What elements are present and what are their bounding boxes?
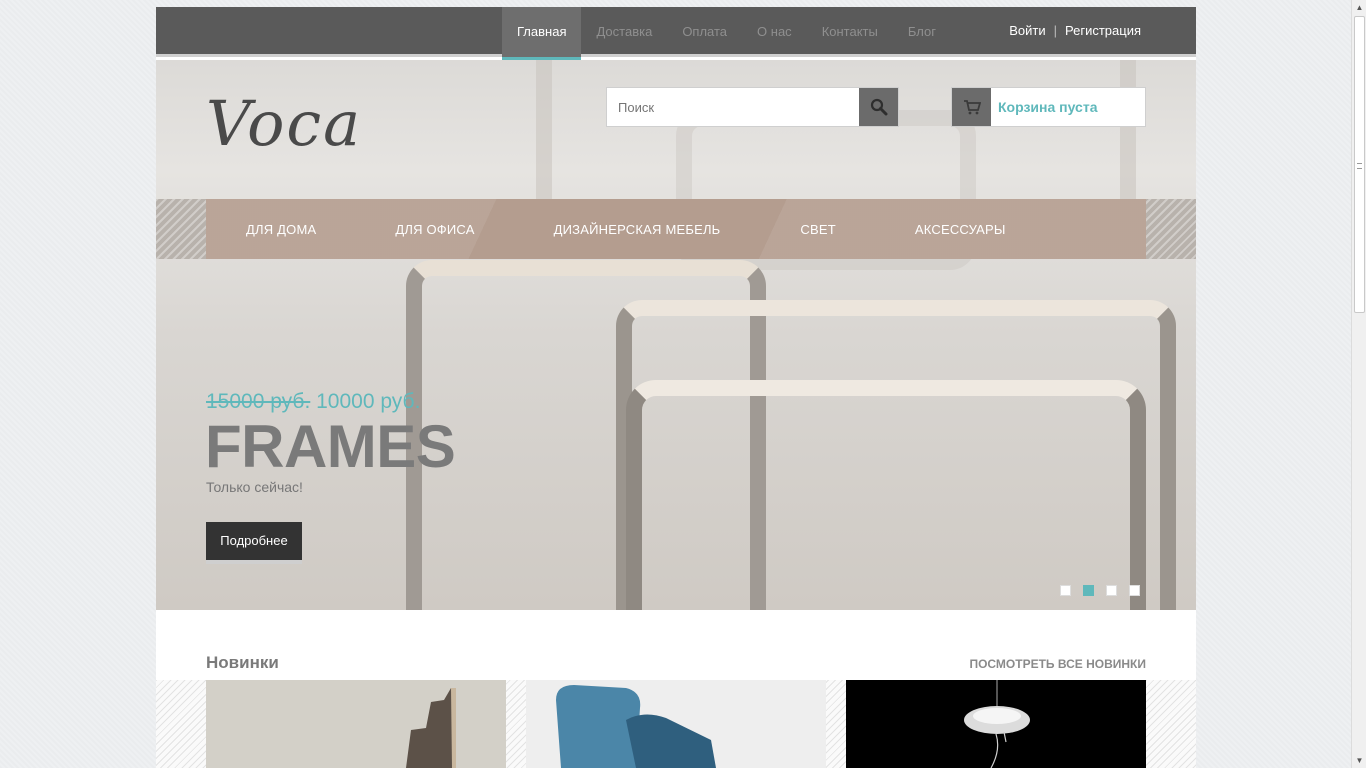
category-home[interactable]: ДЛЯ ДОМА [246,199,316,259]
scroll-thumb[interactable] [1354,16,1365,313]
nav-item-payment[interactable]: Оплата [667,7,742,57]
scroll-up-icon[interactable]: ▲ [1352,0,1366,15]
stacked-shelf-image [206,680,506,768]
category-nav: ДЛЯ ДОМА ДЛЯ ОФИСА ДИЗАЙНЕРСКАЯ МЕБЕЛЬ С… [206,199,1146,259]
slider-dots [1060,585,1140,596]
page-scrollbar[interactable]: ▲ ▼ [1351,0,1366,768]
slider-dot-1[interactable] [1060,585,1071,596]
slide-subtitle: Только сейчас! [206,479,303,495]
slider-dot-4[interactable] [1129,585,1140,596]
search-icon [870,98,887,116]
logo[interactable]: Voca [206,87,362,160]
top-bar: Главная Доставка Оплата О нас Контакты Б… [156,7,1196,60]
product-thumb-3[interactable] [846,680,1146,768]
register-link[interactable]: Регистрация [1065,7,1141,57]
search-button[interactable] [859,88,898,126]
search-input[interactable] [607,88,859,126]
category-light[interactable]: СВЕТ [800,199,835,259]
slide-price: 15000 руб. 10000 руб. [206,390,420,414]
cart-widget[interactable]: Корзина пуста [951,87,1146,127]
nav-item-contacts[interactable]: Контакты [807,7,893,57]
category-office[interactable]: ДЛЯ ОФИСА [395,199,474,259]
search-box [606,87,899,127]
nav-item-delivery[interactable]: Доставка [581,7,667,57]
cart-label: Корзина пуста [998,99,1098,115]
cart-icon [952,88,991,126]
product-thumb-2[interactable] [526,680,826,768]
slide-title: FRAMES [205,413,456,480]
auth-separator: | [1053,23,1057,38]
auth-links: Войти | Регистрация [1009,7,1141,57]
hero-shelf-3 [626,380,1146,610]
product-thumb-1[interactable] [206,680,506,768]
slider-dot-2[interactable] [1083,585,1094,596]
slider-dot-3[interactable] [1106,585,1117,596]
pendant-lamp-image [846,680,1146,768]
more-button[interactable]: Подробнее [206,522,302,564]
category-bar-wrap: ДЛЯ ДОМА ДЛЯ ОФИСА ДИЗАЙНЕРСКАЯ МЕБЕЛЬ С… [156,199,1196,259]
nav-item-home[interactable]: Главная [502,7,582,60]
old-price: 15000 руб. [206,390,311,413]
nav-item-blog[interactable]: Блог [893,7,951,57]
category-accessories[interactable]: АКСЕССУАРЫ [915,199,1006,259]
top-nav: Главная Доставка Оплата О нас Контакты Б… [502,7,951,60]
category-designer[interactable]: ДИЗАЙНЕРСКАЯ МЕБЕЛЬ [554,199,721,259]
new-price: 10000 руб. [316,390,421,413]
new-items-title: Новинки [206,653,279,672]
nav-item-about[interactable]: О нас [742,7,807,57]
login-link[interactable]: Войти [1009,7,1045,57]
blue-chair-image [526,680,826,768]
page: Главная Доставка Оплата О нас Контакты Б… [156,7,1196,768]
scroll-grip-icon [1357,163,1362,169]
scroll-down-icon[interactable]: ▼ [1352,753,1366,768]
view-all-new-link[interactable]: ПОСМОТРЕТЬ ВСЕ НОВИНКИ [969,657,1146,671]
